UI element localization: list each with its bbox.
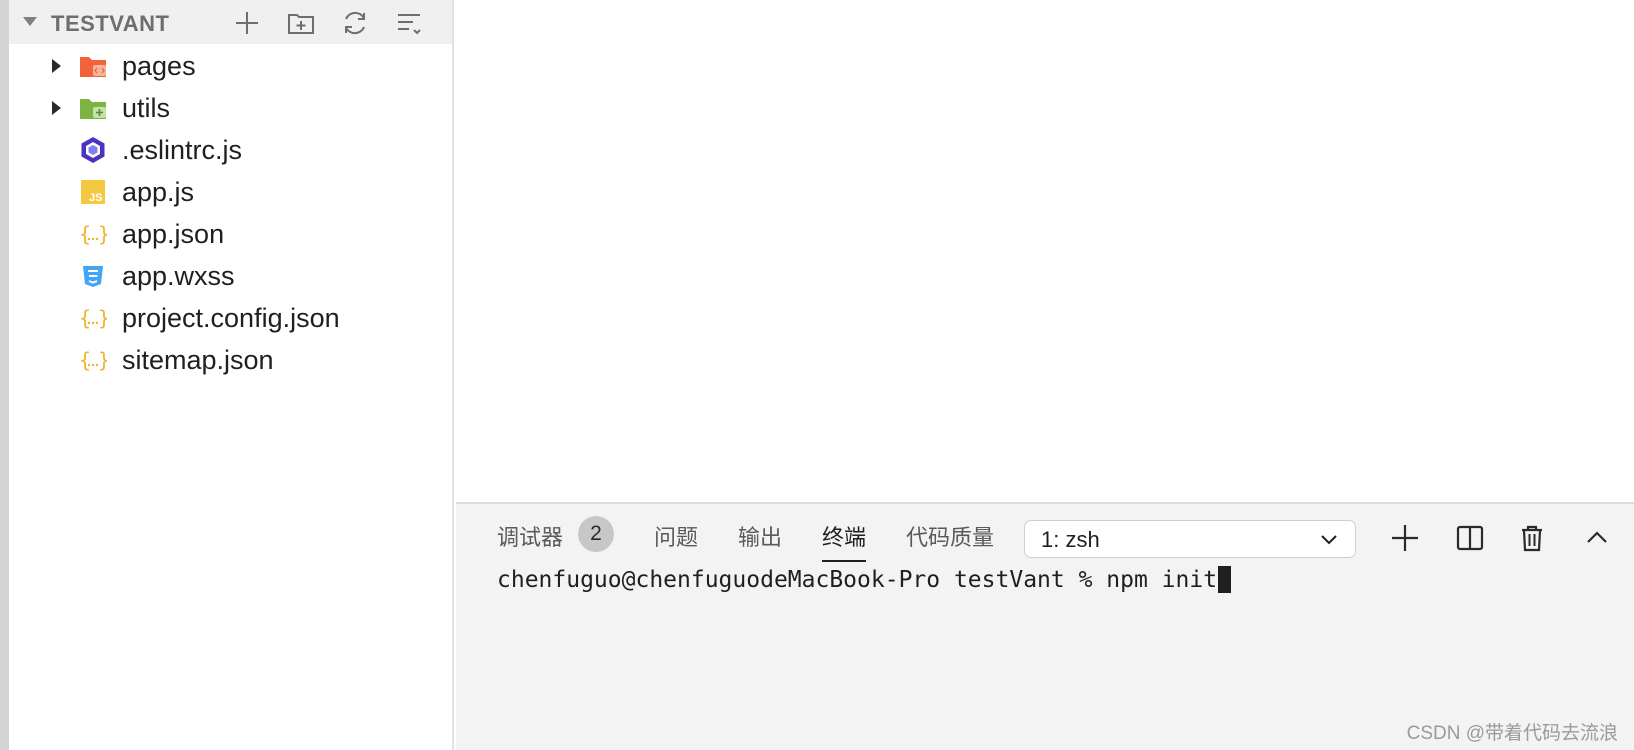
svg-text:{: { xyxy=(79,222,91,246)
add-terminal-icon[interactable] xyxy=(1389,522,1421,554)
tree-item-label: pages xyxy=(122,51,196,81)
tree-item-label: app.json xyxy=(122,219,225,249)
tab-output[interactable]: 输出 xyxy=(738,520,782,552)
new-folder-icon[interactable] xyxy=(287,9,315,37)
tree-item-eslintrc[interactable]: .eslintrc.js xyxy=(9,132,452,168)
tree-item-sitemap[interactable]: { } sitemap.json xyxy=(9,342,452,378)
json-icon: { } xyxy=(79,348,107,372)
terminal-output[interactable]: chenfuguo@chenfuguodeMacBook-Pro testVan… xyxy=(497,566,1232,593)
tree-item-app-wxss[interactable]: app.wxss xyxy=(9,258,452,294)
svg-text:JS: JS xyxy=(89,192,102,204)
window-edge xyxy=(0,0,9,750)
project-title: TESTVANT xyxy=(51,11,170,36)
tree-item-pages[interactable]: pages xyxy=(9,48,452,84)
new-file-icon[interactable] xyxy=(233,9,261,37)
tab-code-quality[interactable]: 代码质量 xyxy=(906,520,994,552)
folder-utils-icon xyxy=(80,99,106,119)
tree-item-label: project.config.json xyxy=(122,303,340,333)
folder-pages-icon xyxy=(80,57,106,77)
js-icon: JS xyxy=(81,180,105,204)
editor-area[interactable] xyxy=(456,0,1634,502)
svg-text:{: { xyxy=(79,306,91,330)
tab-debugger[interactable]: 调试器 xyxy=(497,520,563,552)
file-explorer: TESTVANT pages utils .eslintrc.js JS app… xyxy=(9,0,454,750)
terminal-prompt: chenfuguo@chenfuguodeMacBook-Pro testVan… xyxy=(497,566,1107,593)
tab-problems[interactable]: 问题 xyxy=(654,520,698,552)
tree-item-app-json[interactable]: { } app.json xyxy=(9,216,452,252)
json-icon: { } xyxy=(79,222,107,246)
collapse-arrow-icon[interactable] xyxy=(23,17,37,26)
tree-item-label: sitemap.json xyxy=(122,345,274,375)
tree-item-label: app.js xyxy=(122,177,195,207)
explorer-header[interactable]: TESTVANT xyxy=(9,0,452,44)
eslint-icon xyxy=(81,137,105,163)
split-terminal-icon[interactable] xyxy=(1454,522,1486,554)
chevron-up-icon[interactable] xyxy=(1581,522,1613,554)
terminal-command: npm init xyxy=(1106,566,1218,593)
tree-item-label: utils xyxy=(122,93,171,123)
refresh-icon[interactable] xyxy=(341,9,369,37)
collapse-all-icon[interactable] xyxy=(395,9,423,37)
svg-text:}: } xyxy=(98,348,107,372)
expand-arrow-icon[interactable] xyxy=(52,59,61,73)
trash-icon[interactable] xyxy=(1516,522,1548,554)
tree-item-label: .eslintrc.js xyxy=(122,135,243,165)
svg-text:}: } xyxy=(98,306,107,330)
active-tab-indicator xyxy=(822,560,866,562)
terminal-select[interactable]: 1: zsh xyxy=(1024,520,1356,558)
svg-text:{: { xyxy=(79,348,91,372)
tree-item-label: app.wxss xyxy=(122,261,235,291)
svg-text:}: } xyxy=(98,222,107,246)
tree-item-app-js[interactable]: JS app.js xyxy=(9,174,452,210)
expand-arrow-icon[interactable] xyxy=(52,101,61,115)
tab-terminal[interactable]: 终端 xyxy=(822,520,866,552)
css-icon xyxy=(83,266,103,287)
tree-item-utils[interactable]: utils xyxy=(9,90,452,126)
terminal-select-value: 1: zsh xyxy=(1041,527,1100,552)
tree-item-project-config[interactable]: { } project.config.json xyxy=(9,300,452,336)
debugger-count-badge: 2 xyxy=(578,516,614,552)
watermark: CSDN @带着代码去流浪 xyxy=(1406,723,1618,744)
chevron-down-icon xyxy=(1321,535,1337,545)
terminal-cursor xyxy=(1218,566,1232,593)
json-icon: { } xyxy=(79,306,107,330)
